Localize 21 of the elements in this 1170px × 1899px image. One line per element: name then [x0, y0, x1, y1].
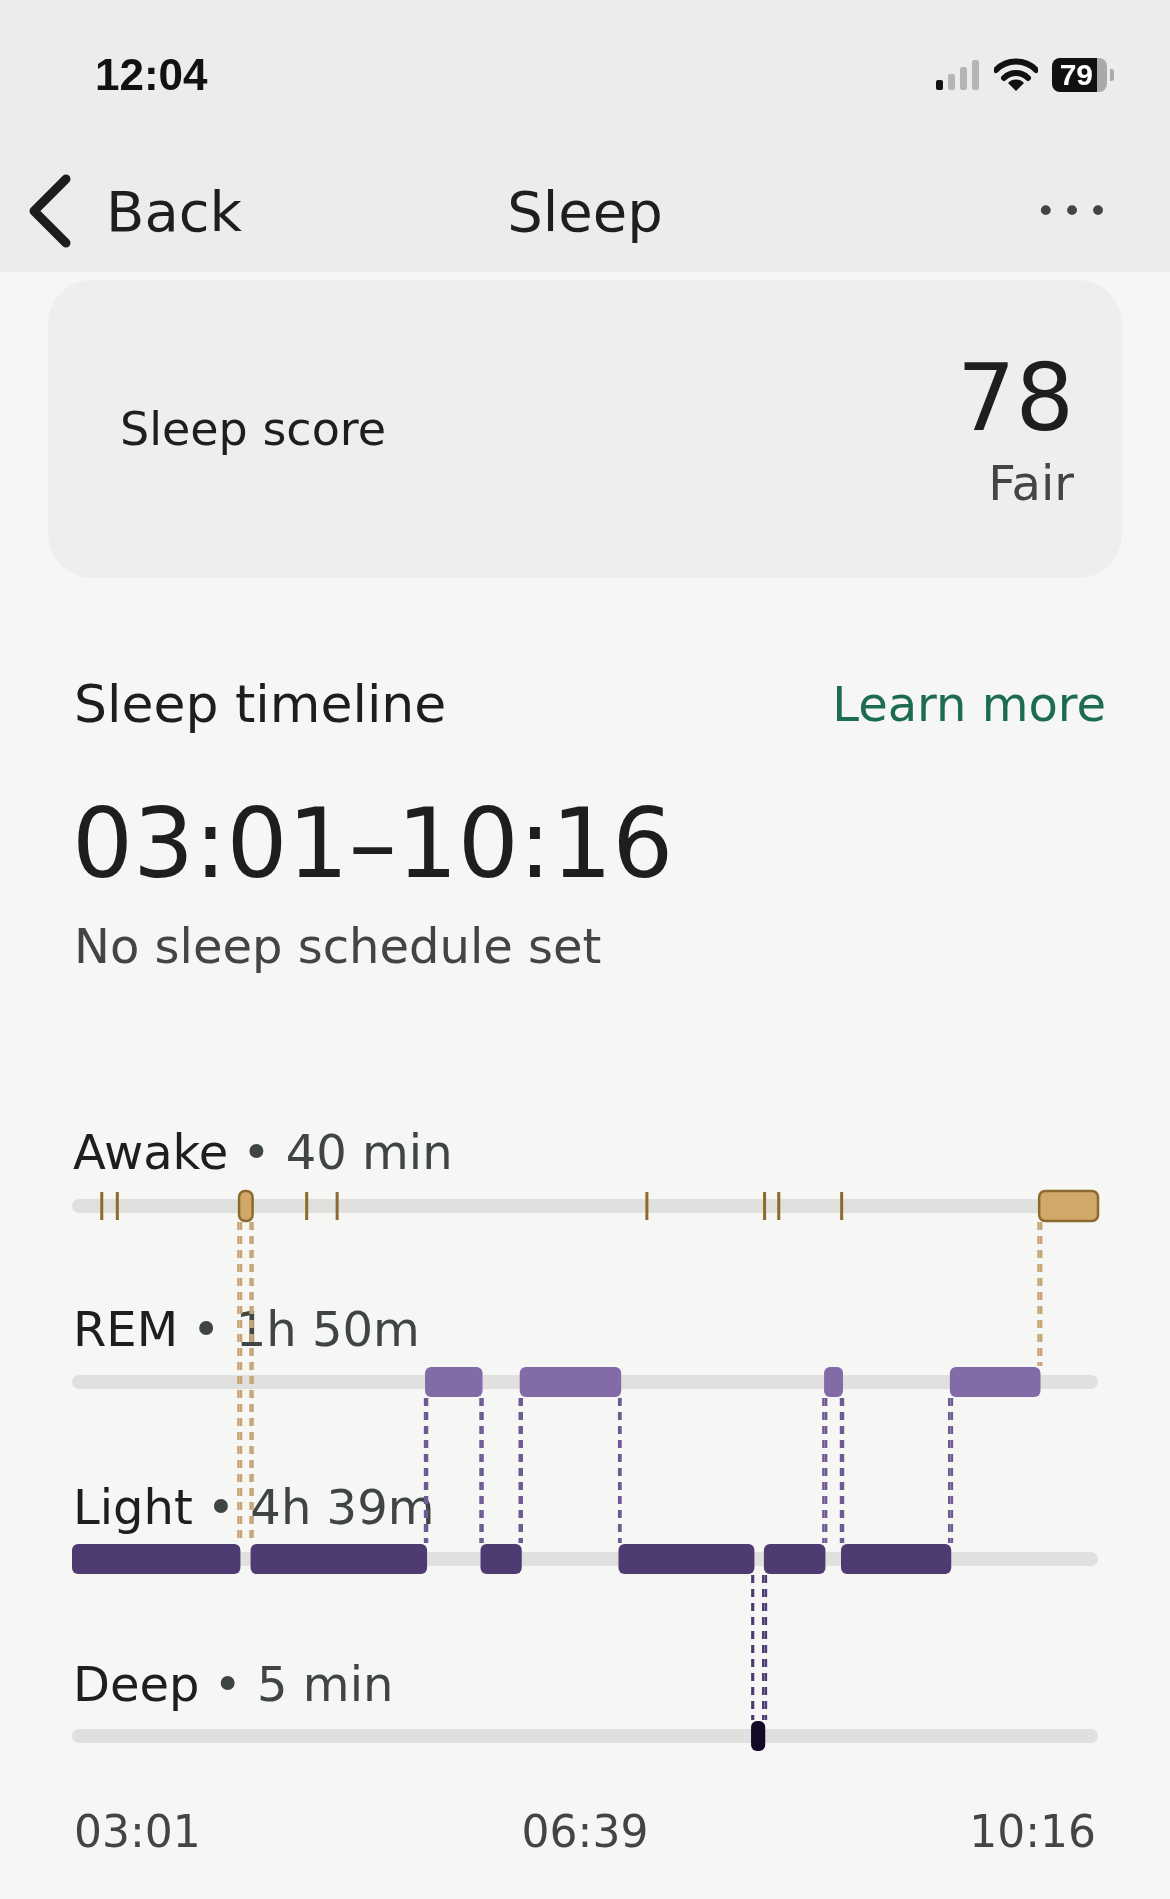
schedule-note: No sleep schedule set: [73, 916, 603, 974]
axis-label: 06:39: [521, 1805, 649, 1857]
wifi-icon: [993, 58, 1038, 92]
score-value: 78: [956, 353, 1074, 445]
score-label: Sleep score: [120, 402, 386, 456]
section-title: Sleep timeline: [74, 674, 447, 734]
back-button[interactable]: Back: [28, 173, 242, 249]
more-button[interactable]: •••: [1035, 191, 1114, 231]
battery-indicator: 79: [1051, 58, 1114, 92]
score-rating: Fair: [988, 455, 1074, 511]
stage-label: Light • 4h 39m: [73, 1478, 435, 1535]
page-title: Sleep: [507, 178, 663, 244]
stage-label: Deep • 5 min: [73, 1655, 394, 1712]
chevron-left-icon: [28, 173, 72, 249]
sleep-time-range: 03:01–10:16: [71, 787, 675, 898]
signal-icon: [935, 60, 980, 90]
learn-more-link[interactable]: Learn more: [832, 676, 1106, 732]
stage-label: Awake • 40 min: [73, 1123, 453, 1180]
axis-label: 03:01: [74, 1805, 201, 1857]
axis-label: 10:16: [969, 1805, 1096, 1857]
status-time: 12:04: [95, 50, 208, 100]
